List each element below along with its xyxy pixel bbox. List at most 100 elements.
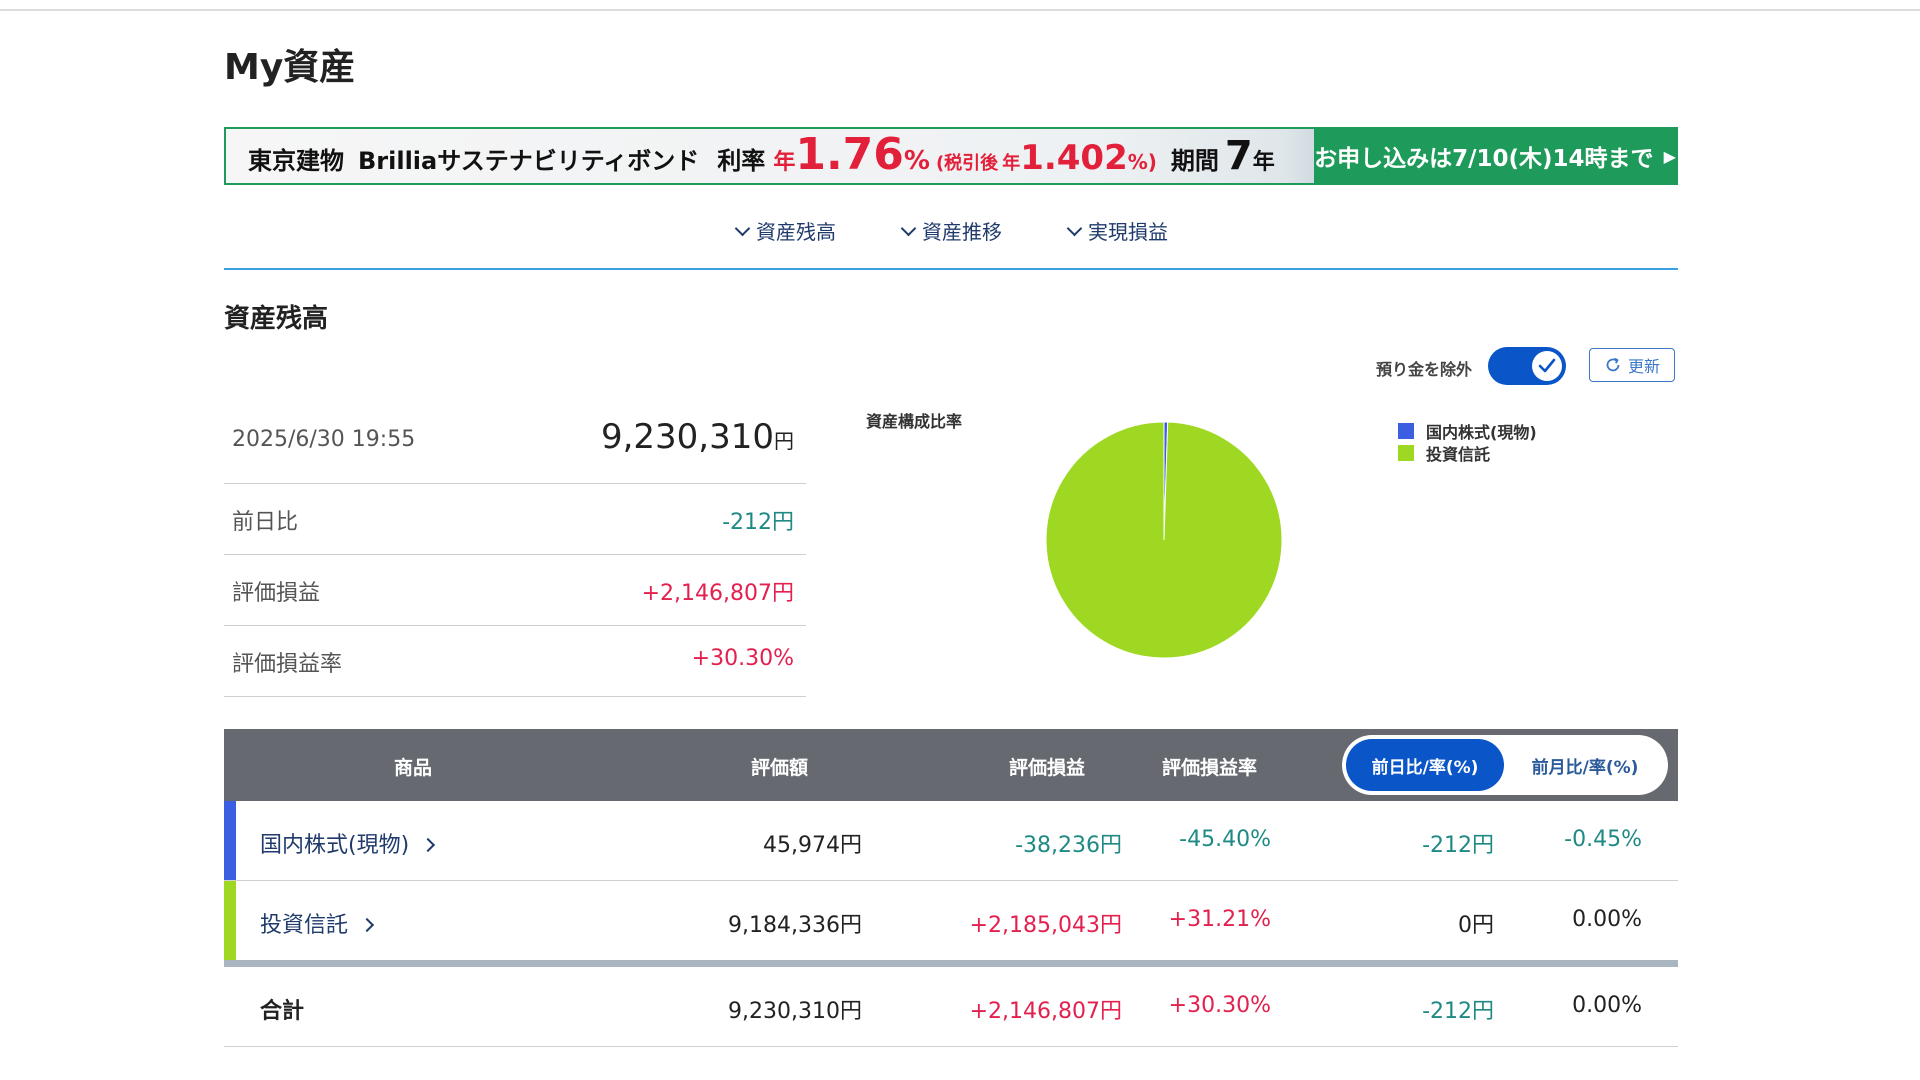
header-pl-rate: 評価損益率: [1162, 757, 1258, 779]
banner-product: Brilliaサステナビリティボンド: [358, 147, 700, 175]
banner-term: 7: [1224, 133, 1253, 179]
summary-total: 9,230,310円: [601, 417, 794, 457]
promo-banner[interactable]: 東京建物 Brilliaサステナビリティボンド 利率 年 1.76 % (税引後…: [224, 127, 1678, 185]
refresh-label: 更新: [1627, 357, 1660, 376]
table-row: 国内株式(現物) 45,974円 -38,236円 -45.40% -212円 …: [224, 801, 1678, 881]
product-name: 投資信託: [260, 913, 349, 938]
total-pl: +2,146,807円: [969, 999, 1122, 1024]
section-title: 資産残高: [224, 304, 329, 334]
legend-label: 国内株式(現物): [1426, 423, 1537, 442]
banner-company: 東京建物: [248, 147, 344, 175]
cell-day-change: 0円: [1458, 913, 1494, 938]
anchor-label: 資産推移: [922, 220, 1002, 244]
exclude-deposit-label: 預り金を除外: [1376, 360, 1473, 379]
banner-text: 東京建物 Brilliaサステナビリティボンド 利率 年 1.76 % (税引後…: [248, 129, 1275, 180]
cell-day-rate: 0.00%: [1572, 907, 1642, 932]
summary-label: 評価損益率: [232, 652, 343, 677]
pie-slice-1: [1045, 421, 1283, 659]
anchor-label: 資産残高: [756, 220, 836, 244]
table-row: 投資信託 9,184,336円 +2,185,043円 +31.21% 0円 0…: [224, 881, 1678, 960]
banner-rate-pct: %: [903, 146, 930, 176]
cell-pl-rate: -45.40%: [1179, 827, 1271, 852]
tab-month-change[interactable]: 前月比/率(%): [1506, 739, 1664, 791]
banner-after-tax-rate: 1.402: [1020, 138, 1128, 178]
header-pl: 評価損益: [1009, 757, 1086, 779]
cell-pl-rate: +31.21%: [1168, 907, 1271, 932]
summary-total-row: 2025/6/30 19:55 9,230,310円: [224, 405, 806, 484]
cell-pl: -38,236円: [1015, 833, 1122, 858]
chevron-down-icon: [734, 220, 751, 237]
table-header: 商品 評価額 評価損益 評価損益率 前日比/率(%) 前月比/率(%): [224, 729, 1678, 801]
cell-value: 45,974円: [763, 833, 862, 858]
product-link-investment-trust[interactable]: 投資信託: [260, 907, 375, 939]
row-color-bar: [224, 881, 236, 960]
legend-swatch: [1398, 423, 1414, 439]
cell-day-change: -212円: [1422, 833, 1494, 858]
play-arrow-icon: ▶: [1663, 146, 1676, 166]
total-value: 9,230,310円: [728, 999, 862, 1024]
table-total-row: 合計 9,230,310円 +2,146,807円 +30.30% -212円 …: [224, 967, 1678, 1047]
total-day-rate: 0.00%: [1572, 993, 1642, 1018]
summary-row: 評価損益率 +30.30%: [224, 626, 806, 697]
chevron-right-icon: [359, 917, 375, 933]
chevron-right-icon: [421, 837, 436, 853]
banner-after-tax-label: (税引後: [935, 153, 999, 174]
banner-after-tax-prefix: 年: [1002, 153, 1021, 174]
change-period-tabs: 前日比/率(%) 前月比/率(%): [1342, 735, 1668, 795]
summary-total-unit: 円: [774, 429, 794, 453]
refresh-icon: [1606, 357, 1620, 372]
product-link-domestic-stock[interactable]: 国内株式(現物): [260, 827, 436, 859]
banner-cta-label: お申し込みは7/10(木)14時まで: [1314, 146, 1654, 172]
banner-term-label: 期間: [1170, 147, 1219, 175]
check-icon: [1538, 358, 1556, 373]
summary-row: 前日比 -212円: [224, 484, 806, 555]
summary-value: +2,146,807円: [641, 581, 794, 606]
product-name: 国内株式(現物): [260, 833, 410, 858]
banner-term-unit: 年: [1252, 150, 1275, 175]
legend-swatch: [1398, 445, 1414, 461]
total-pl-rate: +30.30%: [1168, 993, 1271, 1018]
tab-day-change[interactable]: 前日比/率(%): [1346, 739, 1504, 791]
table-separator: [224, 960, 1678, 967]
chevron-down-icon: [1066, 220, 1083, 237]
header-product: 商品: [394, 757, 433, 779]
summary-label: 評価損益: [232, 581, 321, 606]
chart-legend: 国内株式(現物) 投資信託: [1398, 420, 1537, 464]
banner-rate-label: 利率: [717, 147, 766, 175]
banner-cta[interactable]: お申し込みは7/10(木)14時まで ▶: [1314, 129, 1676, 183]
summary-row: 評価損益 +2,146,807円: [224, 555, 806, 626]
cell-pl: +2,185,043円: [969, 913, 1122, 938]
banner-after-tax-pct: %): [1127, 150, 1157, 174]
legend-item: 投資信託: [1398, 442, 1537, 464]
summary-value: +30.30%: [691, 646, 794, 671]
banner-rate-prefix: 年: [773, 150, 796, 175]
main-content: My資産 東京建物 Brilliaサステナビリティボンド 利率 年 1.76 %…: [224, 0, 1678, 1080]
cell-value: 9,184,336円: [728, 913, 862, 938]
anchor-nav: 資産残高 資産推移 実現損益: [224, 210, 1678, 270]
anchor-link-asset-trend[interactable]: 資産推移: [900, 216, 1002, 245]
anchor-link-realized-pl[interactable]: 実現損益: [1066, 216, 1168, 245]
summary-label: 前日比: [232, 510, 299, 535]
summary-value: -212円: [722, 510, 794, 535]
banner-rate: 1.76: [795, 129, 904, 180]
summary-table: 2025/6/30 19:55 9,230,310円 前日比 -212円 評価損…: [224, 405, 806, 697]
refresh-button[interactable]: 更新: [1589, 348, 1675, 382]
summary-total-value: 9,230,310: [600, 417, 774, 457]
chevron-down-icon: [900, 220, 917, 237]
total-label: 合計: [260, 999, 305, 1024]
anchor-link-asset-balance[interactable]: 資産残高: [734, 216, 836, 245]
cell-day-rate: -0.45%: [1564, 827, 1642, 852]
summary-datetime: 2025/6/30 19:55: [232, 427, 416, 452]
holdings-table: 商品 評価額 評価損益 評価損益率 前日比/率(%) 前月比/率(%) 国内株式…: [224, 729, 1678, 1047]
exclude-deposit-toggle[interactable]: [1488, 347, 1566, 385]
page-title: My資産: [224, 47, 356, 88]
row-color-bar: [224, 801, 236, 880]
asset-pie-chart: [1045, 421, 1283, 659]
total-day-change: -212円: [1422, 999, 1494, 1024]
legend-label: 投資信託: [1426, 445, 1491, 464]
anchor-label: 実現損益: [1088, 220, 1168, 244]
chart-title: 資産構成比率: [866, 412, 963, 431]
header-value: 評価額: [751, 757, 809, 779]
toggle-knob: [1532, 351, 1562, 381]
legend-item: 国内株式(現物): [1398, 420, 1537, 442]
